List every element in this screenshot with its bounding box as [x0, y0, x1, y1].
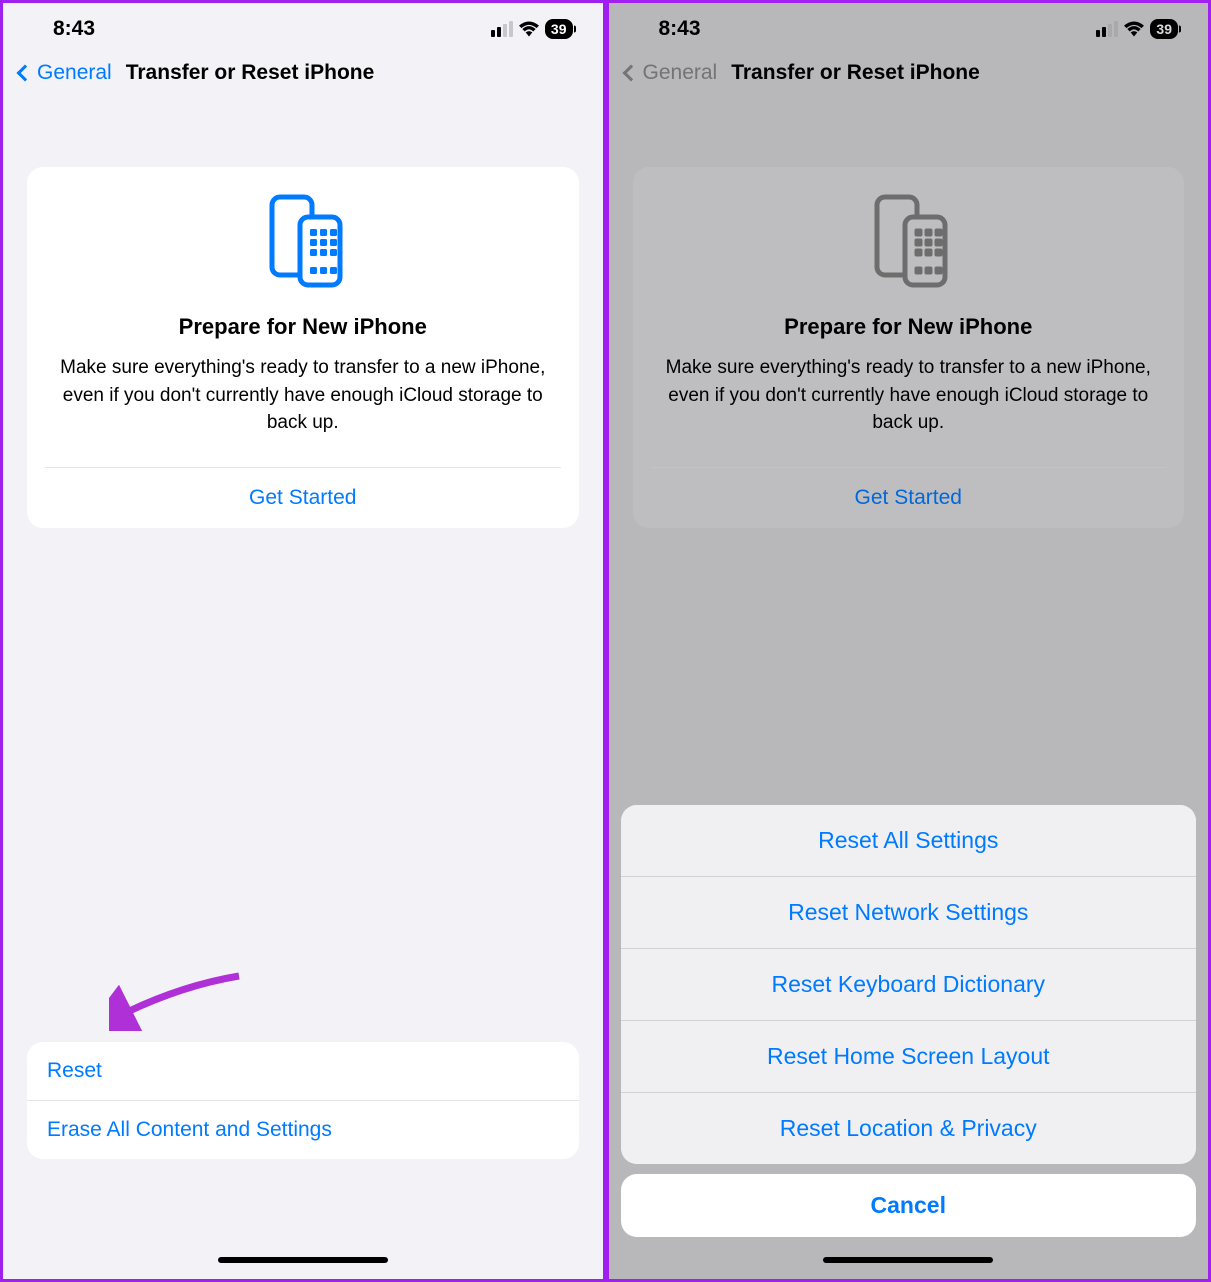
status-right: 39	[1096, 19, 1178, 39]
back-button[interactable]: General	[19, 61, 112, 85]
back-label: General	[643, 61, 718, 85]
chevron-left-icon	[17, 65, 34, 82]
transfer-devices-icon	[863, 191, 953, 291]
reset-location-privacy-option[interactable]: Reset Location & Privacy	[621, 1093, 1197, 1164]
battery-icon: 39	[1150, 19, 1178, 39]
erase-all-button[interactable]: Erase All Content and Settings	[27, 1101, 579, 1159]
action-sheet-options: Reset All Settings Reset Network Setting…	[621, 805, 1197, 1164]
reset-all-settings-option[interactable]: Reset All Settings	[621, 805, 1197, 877]
wifi-icon	[1124, 21, 1144, 37]
cellular-signal-icon	[1096, 21, 1118, 37]
prepare-description: Make sure everything's ready to transfer…	[651, 354, 1167, 437]
bottom-options: Reset Erase All Content and Settings	[27, 1042, 579, 1159]
prepare-title: Prepare for New iPhone	[45, 314, 561, 340]
battery-icon: 39	[545, 19, 573, 39]
chevron-left-icon	[622, 65, 639, 82]
left-screenshot: 8:43 39 General Transfer or Reset iPhone	[0, 0, 606, 1282]
prepare-title: Prepare for New iPhone	[651, 314, 1167, 340]
status-bar: 8:43 39	[3, 3, 603, 49]
home-indicator[interactable]	[218, 1257, 388, 1263]
cancel-button[interactable]: Cancel	[621, 1174, 1197, 1237]
prepare-description: Make sure everything's ready to transfer…	[45, 354, 561, 437]
status-bar: 8:43 39	[609, 3, 1209, 49]
cellular-signal-icon	[491, 21, 513, 37]
get-started-button[interactable]: Get Started	[45, 468, 561, 528]
reset-button[interactable]: Reset	[27, 1042, 579, 1101]
status-time: 8:43	[53, 17, 95, 41]
home-indicator[interactable]	[823, 1257, 993, 1263]
transfer-devices-icon	[258, 191, 348, 291]
prepare-card: Prepare for New iPhone Make sure everyth…	[633, 167, 1185, 528]
reset-network-settings-option[interactable]: Reset Network Settings	[621, 877, 1197, 949]
page-title: Transfer or Reset iPhone	[731, 61, 980, 85]
annotation-arrow-icon	[109, 971, 249, 1031]
reset-action-sheet: Reset All Settings Reset Network Setting…	[621, 805, 1197, 1267]
right-screenshot: 8:43 39 General Transfer or Reset iPhone	[606, 0, 1211, 1282]
nav-header: General Transfer or Reset iPhone	[3, 49, 603, 99]
back-label: General	[37, 61, 112, 85]
back-button: General	[625, 61, 718, 85]
reset-keyboard-dictionary-option[interactable]: Reset Keyboard Dictionary	[621, 949, 1197, 1021]
nav-header: General Transfer or Reset iPhone	[609, 49, 1209, 99]
status-time: 8:43	[659, 17, 701, 41]
status-right: 39	[491, 19, 573, 39]
get-started-button: Get Started	[651, 468, 1167, 528]
page-title: Transfer or Reset iPhone	[126, 61, 375, 85]
wifi-icon	[519, 21, 539, 37]
reset-home-screen-layout-option[interactable]: Reset Home Screen Layout	[621, 1021, 1197, 1093]
prepare-card: Prepare for New iPhone Make sure everyth…	[27, 167, 579, 528]
